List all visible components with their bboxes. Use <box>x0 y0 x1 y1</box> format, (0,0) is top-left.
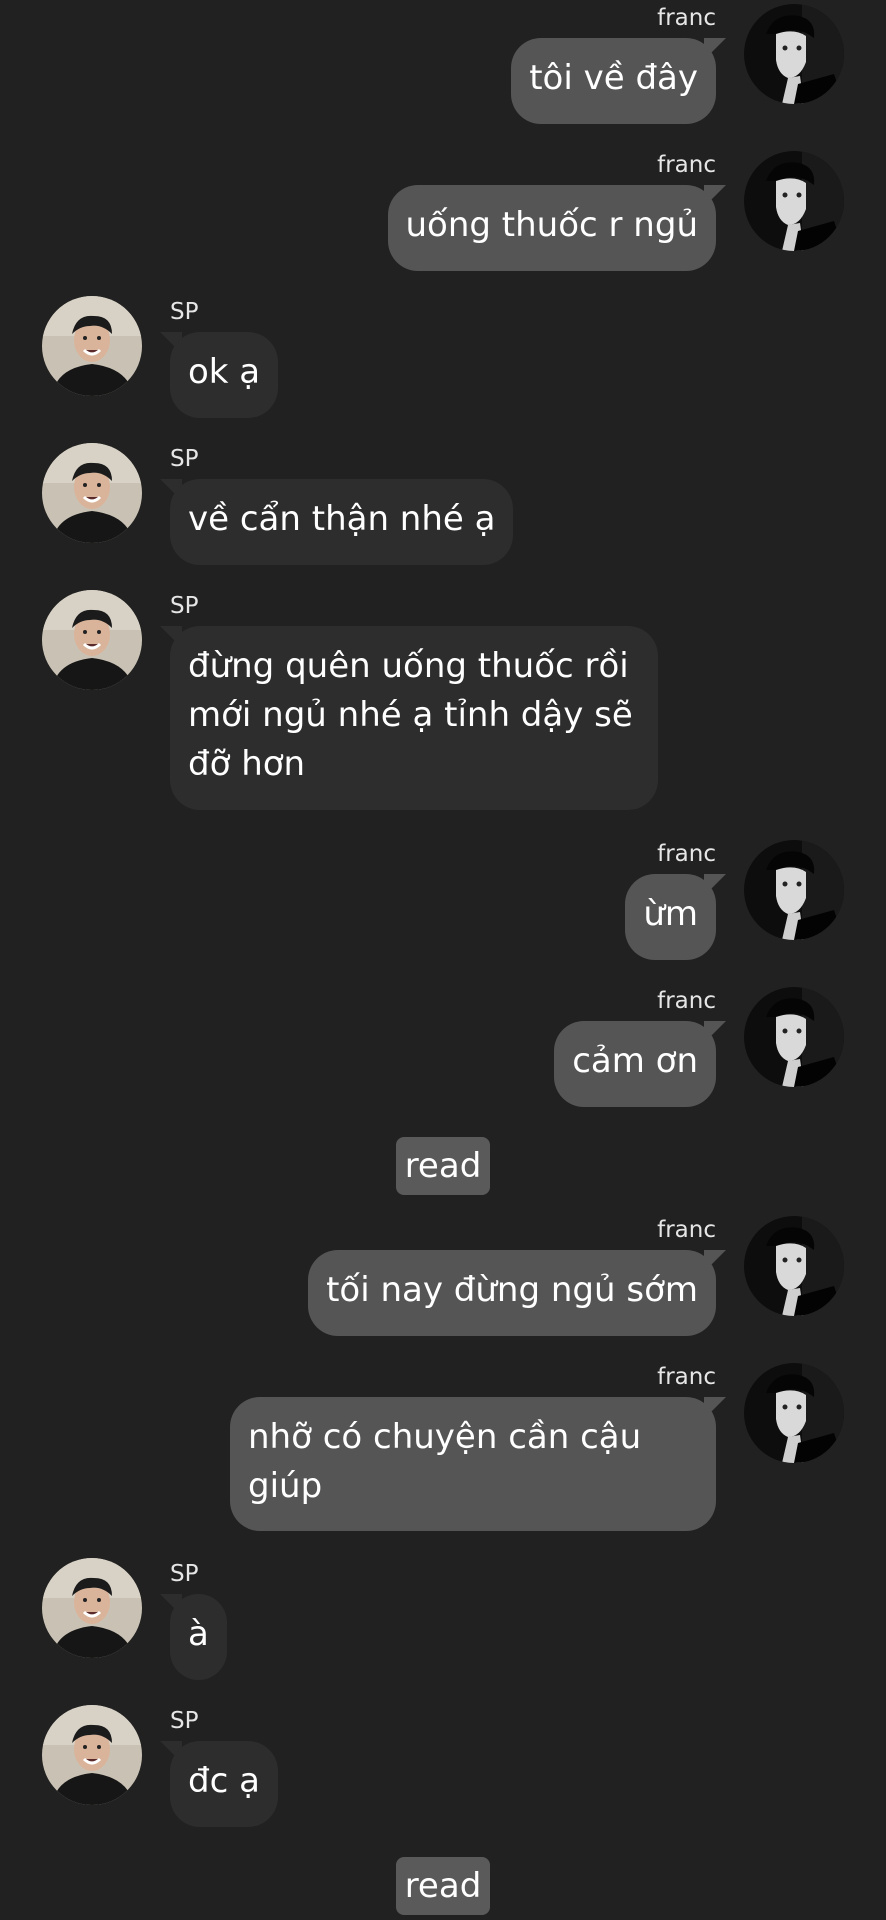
avatar-sp-icon[interactable] <box>42 1705 142 1805</box>
read-receipt: read <box>396 1137 490 1195</box>
sender-name: SP <box>170 299 199 325</box>
sender-name: franc <box>657 152 716 178</box>
sender-name: SP <box>170 446 199 472</box>
avatar-sp-icon[interactable] <box>42 1558 142 1658</box>
sender-name: franc <box>657 988 716 1014</box>
message-bubble[interactable]: ok ạ <box>170 332 279 418</box>
message-bubble[interactable]: tối nay đừng ngủ sớm <box>308 1250 716 1336</box>
message-bubble[interactable]: uống thuốc r ngủ <box>387 185 716 271</box>
avatar-franc-icon[interactable] <box>744 1216 844 1316</box>
avatar-franc-icon[interactable] <box>744 987 844 1087</box>
sender-name: SP <box>170 1561 199 1587</box>
message-bubble[interactable]: cảm ơn <box>554 1021 716 1107</box>
avatar-sp-icon[interactable] <box>42 296 142 396</box>
avatar-franc-icon[interactable] <box>744 4 844 104</box>
avatar-franc-icon[interactable] <box>744 1363 844 1463</box>
sender-name: franc <box>657 1217 716 1243</box>
message-bubble[interactable]: đừng quên uống thuốc rồi mới ngủ nhé ạ t… <box>170 626 658 810</box>
read-receipt: read <box>396 1857 490 1915</box>
message-bubble[interactable]: à <box>170 1594 227 1680</box>
message-bubble[interactable]: nhỡ có chuyện cần cậu giúp <box>230 1397 716 1531</box>
message-bubble[interactable]: ừm <box>625 874 716 960</box>
sender-name: SP <box>170 1708 199 1734</box>
sender-name: SP <box>170 593 199 619</box>
message-bubble[interactable]: đc ạ <box>170 1741 278 1827</box>
sender-name: franc <box>657 1364 716 1390</box>
avatar-sp-icon[interactable] <box>42 443 142 543</box>
sender-name: franc <box>657 5 716 31</box>
avatar-sp-icon[interactable] <box>42 590 142 690</box>
message-bubble[interactable]: về cẩn thận nhé ạ <box>170 479 514 565</box>
sender-name: franc <box>657 841 716 867</box>
avatar-franc-icon[interactable] <box>744 151 844 251</box>
avatar-franc-icon[interactable] <box>744 840 844 940</box>
message-bubble[interactable]: tôi về đây <box>511 38 716 124</box>
